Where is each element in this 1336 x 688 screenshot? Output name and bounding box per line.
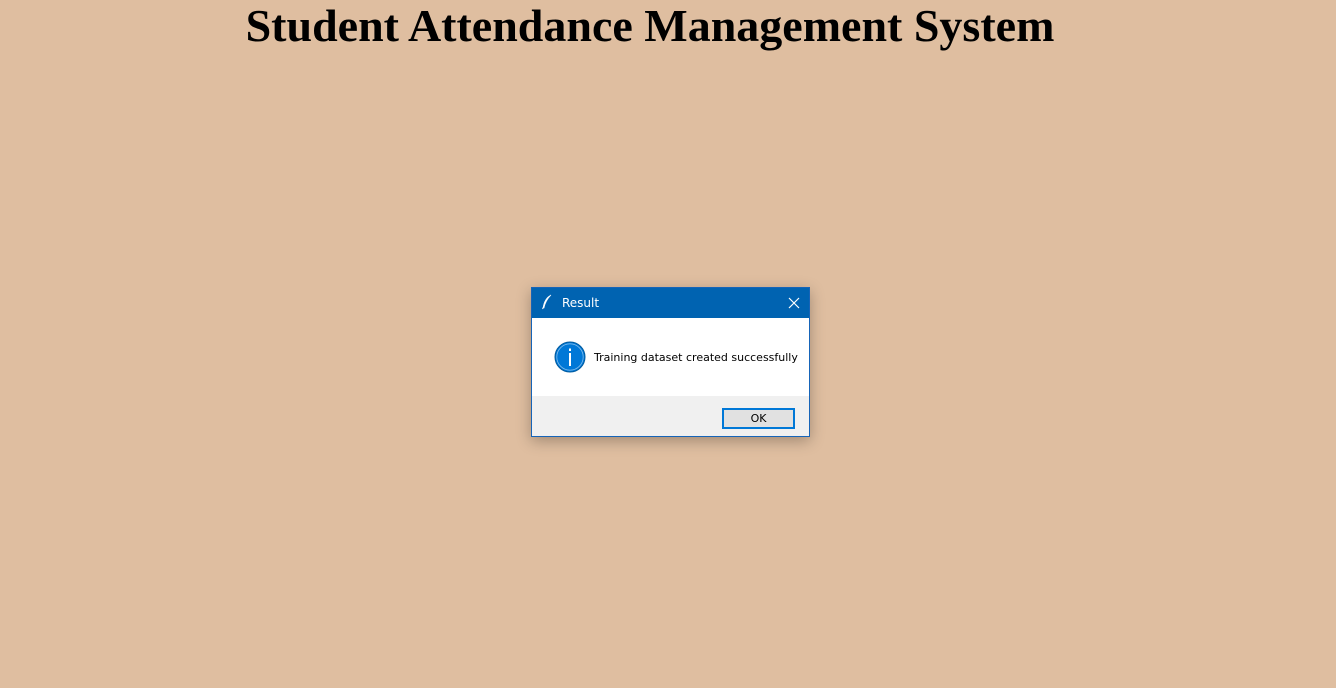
result-dialog: Result Training dataset created successf… — [531, 287, 810, 437]
feather-icon — [541, 294, 553, 310]
dialog-body: Training dataset created successfully — [532, 318, 809, 396]
ok-button[interactable]: OK — [722, 408, 795, 429]
info-icon — [554, 341, 586, 373]
close-icon — [788, 297, 800, 309]
page-title: Student Attendance Management System — [245, 0, 1055, 51]
dialog-titlebar[interactable]: Result — [532, 288, 809, 318]
close-button[interactable] — [779, 288, 809, 318]
dialog-title: Result — [562, 296, 600, 310]
dialog-message: Training dataset created successfully — [594, 351, 798, 364]
